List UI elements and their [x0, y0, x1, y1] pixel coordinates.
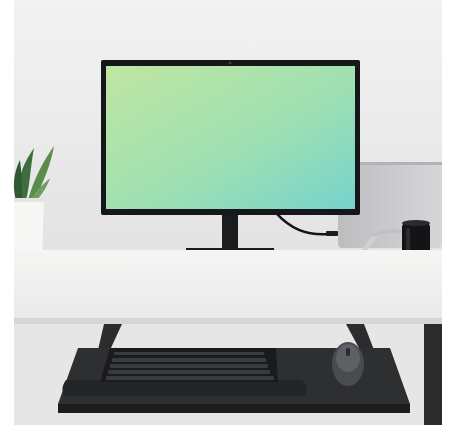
keyboard-icon: [100, 348, 278, 382]
desk: [14, 250, 442, 324]
desk-photo: [0, 0, 450, 425]
mouse-icon: [332, 342, 364, 386]
monitor-screen: [106, 66, 355, 209]
